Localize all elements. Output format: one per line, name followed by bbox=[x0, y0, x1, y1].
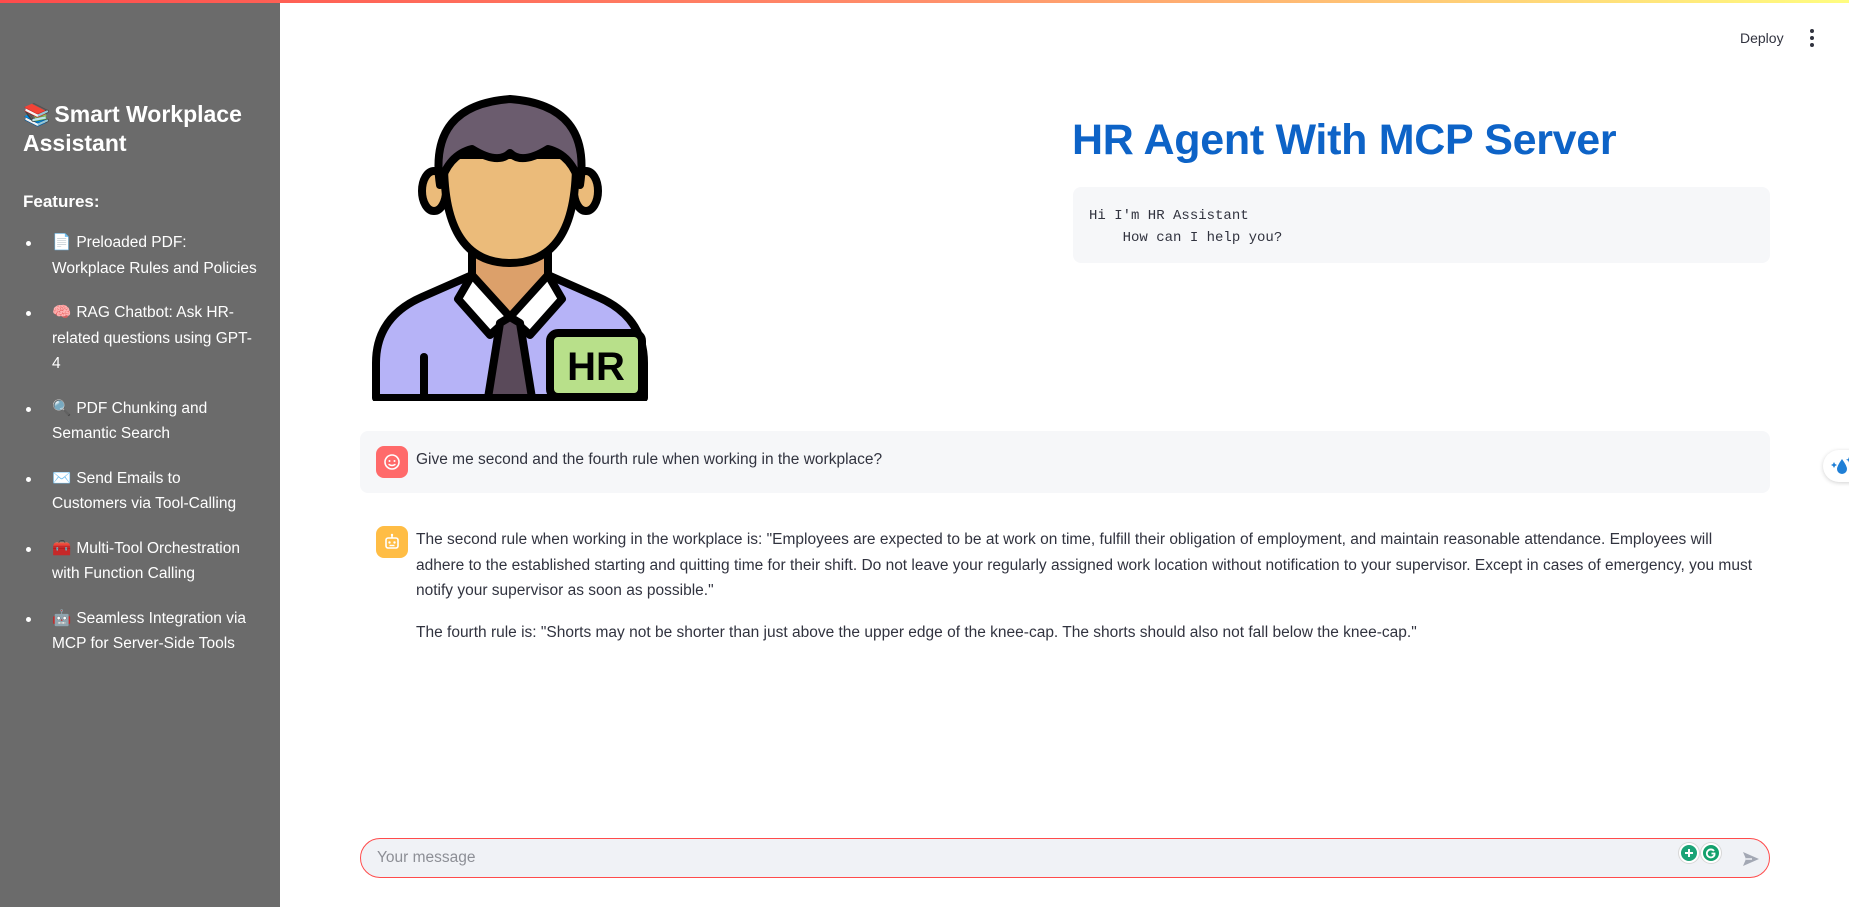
feature-item-mcp-integration: 🤖 Seamless Integration via MCP for Server… bbox=[23, 606, 258, 657]
sidebar: 📚 Smart Workplace Assistant Features: 📄 Pr… bbox=[0, 0, 280, 907]
robot-icon bbox=[376, 526, 408, 558]
extension-icons bbox=[1679, 843, 1721, 863]
assistant-paragraph: The fourth rule is: "Shorts may not be s… bbox=[416, 623, 1417, 641]
deploy-button[interactable]: Deploy bbox=[1730, 25, 1794, 51]
sidebar-title-text: Smart Workplace Assistant bbox=[23, 101, 242, 156]
chat-input-container bbox=[360, 838, 1770, 878]
features-heading: Features: bbox=[23, 192, 100, 211]
greeting-code-block: Hi I'm HR Assistant How can I help you? bbox=[1073, 187, 1770, 263]
feature-label: Preloaded PDF: Workplace Rules and Polic… bbox=[52, 234, 257, 277]
page-title: HR Agent With MCP Server bbox=[1072, 116, 1617, 164]
hr-avatar-illustration: HR bbox=[372, 95, 648, 401]
kebab-menu-icon[interactable] bbox=[1800, 25, 1824, 51]
assistant-paragraph: The second rule when working in the work… bbox=[416, 531, 1752, 599]
toolbox-icon: 🧰 bbox=[52, 539, 72, 557]
top-accent-bar bbox=[0, 0, 1849, 3]
feature-item-multi-tool: 🧰 Multi-Tool Orchestration with Function … bbox=[23, 536, 258, 587]
user-message-text: Give me second and the fourth rule when … bbox=[416, 451, 883, 468]
send-arrow-icon[interactable] bbox=[1739, 847, 1763, 871]
document-icon: 📄 bbox=[52, 234, 72, 251]
books-icon: 📚 bbox=[23, 102, 51, 127]
feature-item-pdf-chunking: 🔍 PDF Chunking and Semantic Search bbox=[23, 396, 258, 447]
user-face-icon bbox=[376, 446, 408, 478]
sparkle-drop-icon[interactable] bbox=[1823, 450, 1849, 482]
chat-message-user: Give me second and the fourth rule when … bbox=[360, 431, 1770, 493]
grammarly-icon[interactable] bbox=[1701, 843, 1721, 863]
feature-label: Send Emails to Customers via Tool-Callin… bbox=[52, 469, 237, 513]
sidebar-title: 📚 Smart Workplace Assistant bbox=[23, 100, 258, 158]
feature-item-rag-chatbot: 🧠 RAG Chatbot: Ask HR-related questions u… bbox=[23, 300, 258, 377]
magnifier-icon: 🔍 bbox=[52, 399, 72, 417]
chat-message-assistant: The second rule when working in the work… bbox=[360, 518, 1770, 661]
feature-label: RAG Chatbot: Ask HR-related questions us… bbox=[52, 304, 252, 372]
feature-label: Multi-Tool Orchestration with Function C… bbox=[52, 539, 240, 583]
assistant-message-body: The second rule when working in the work… bbox=[416, 518, 1770, 645]
feature-list: 📄 Preloaded PDF: Workplace Rules and Poli… bbox=[23, 230, 258, 657]
extension-plus-icon[interactable] bbox=[1679, 843, 1699, 863]
chat-message-input[interactable] bbox=[377, 839, 1677, 877]
feature-label: Seamless Integration via MCP for Server-… bbox=[52, 609, 247, 653]
hr-badge-text: HR bbox=[567, 345, 625, 389]
feature-item-preloaded-pdf: 📄 Preloaded PDF: Workplace Rules and Poli… bbox=[23, 230, 258, 281]
feature-item-send-emails: ✉️ Send Emails to Customers via Tool-Call… bbox=[23, 466, 258, 517]
brain-icon: 🧠 bbox=[52, 304, 72, 321]
robot-emoji-icon: 🤖 bbox=[52, 609, 72, 627]
feature-label: PDF Chunking and Semantic Search bbox=[52, 399, 208, 443]
envelope-icon: ✉️ bbox=[52, 469, 72, 487]
